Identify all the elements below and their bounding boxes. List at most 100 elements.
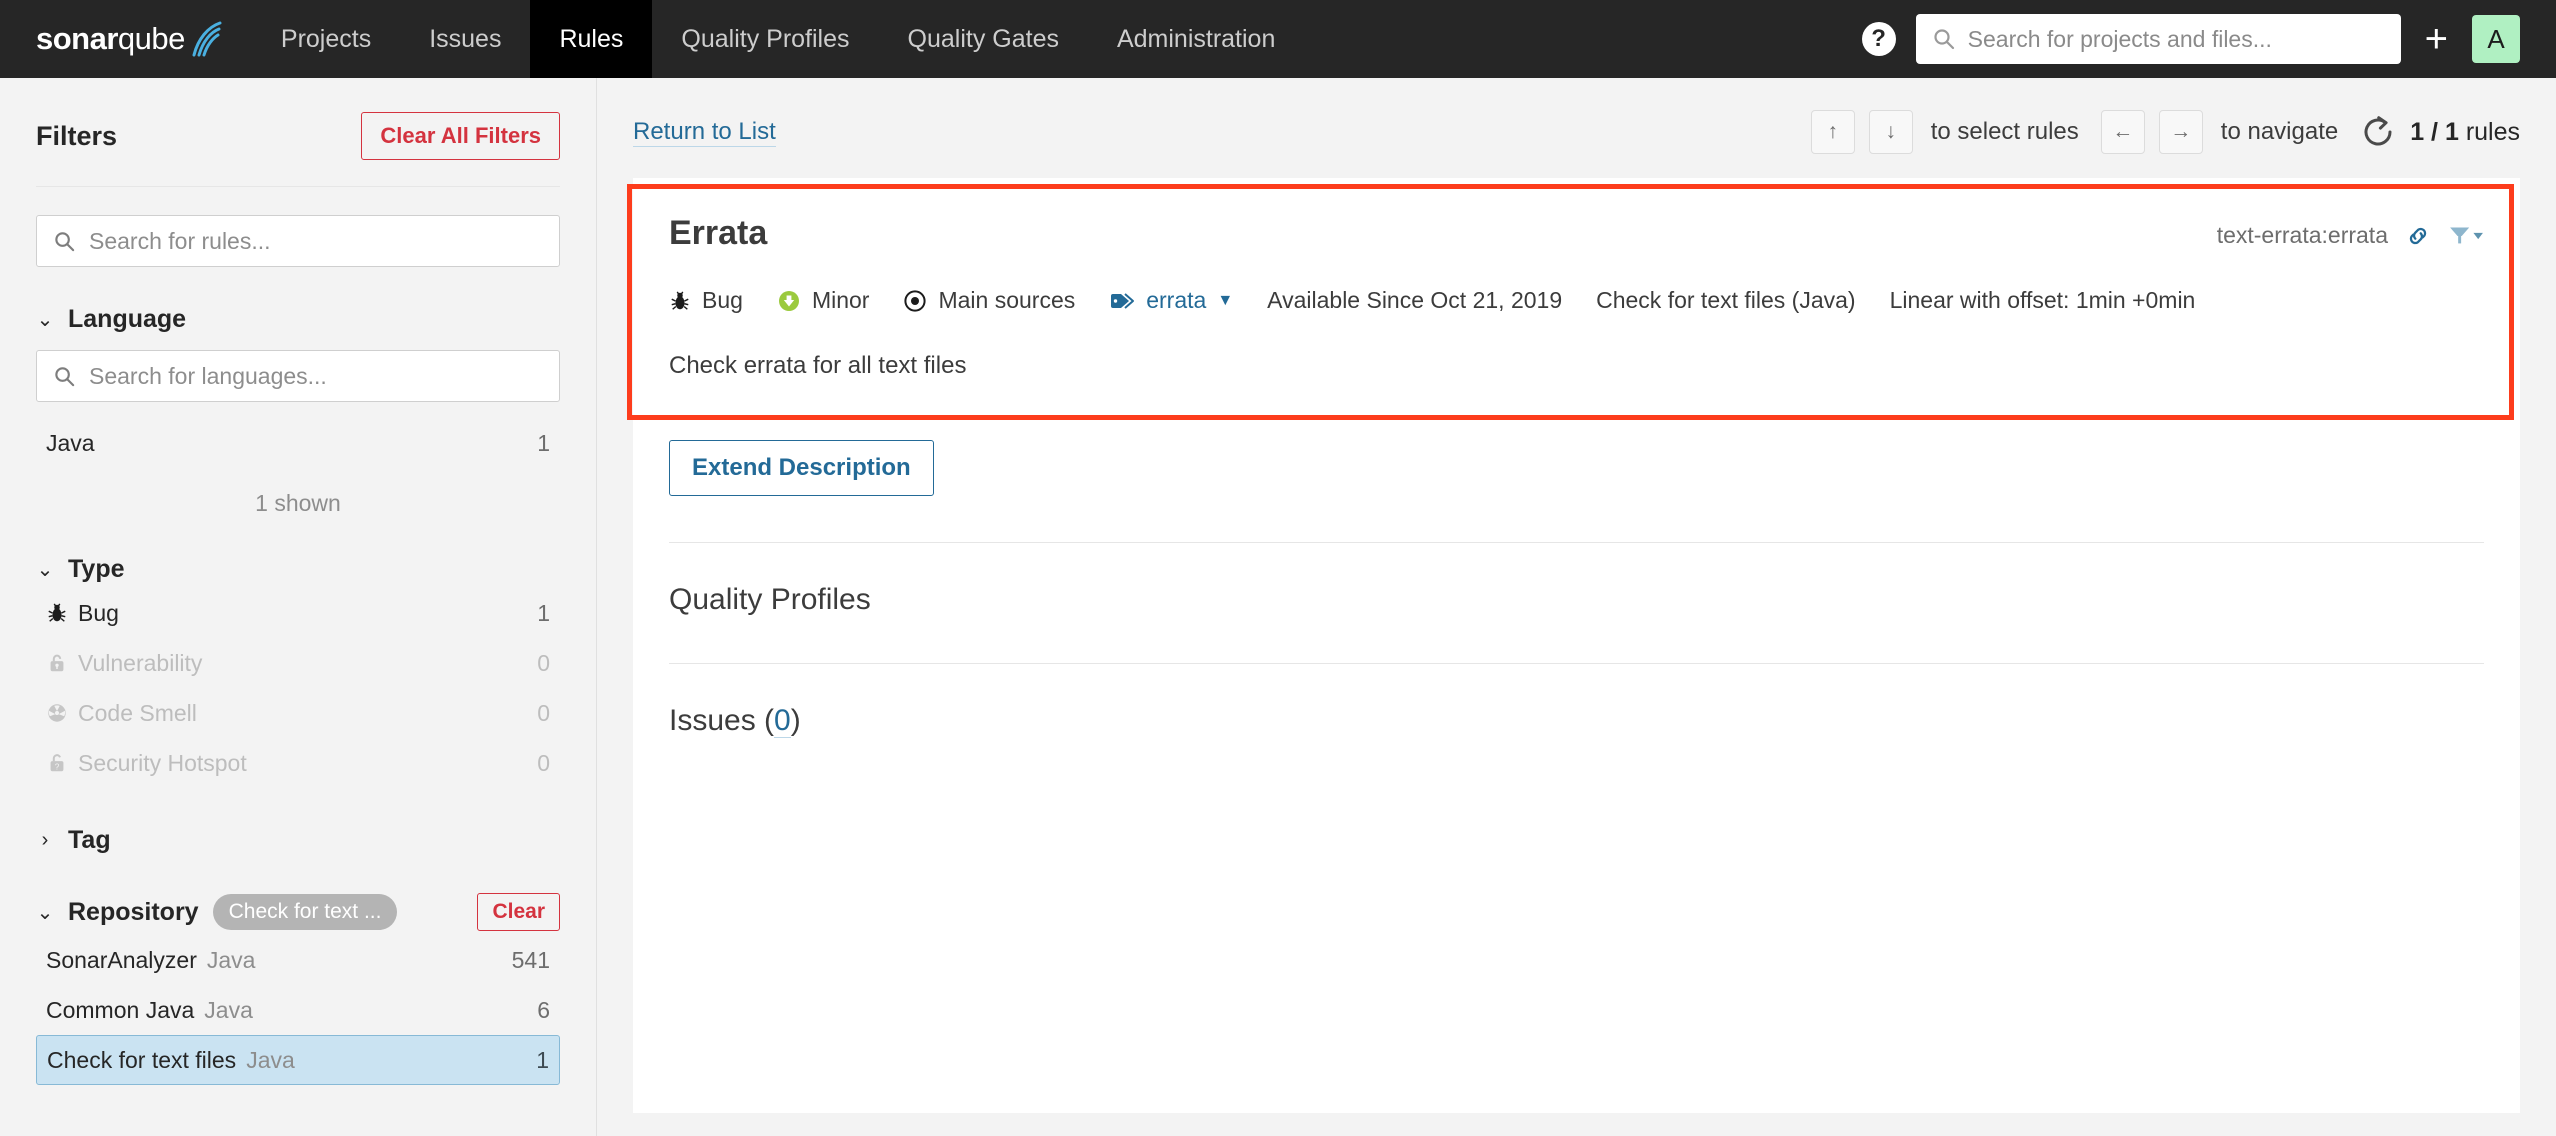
global-search-placeholder: Search for projects and files...: [1967, 25, 2272, 52]
swoosh-icon: [188, 21, 222, 57]
keyboard-hints: ↑ ↓ to select rules ← → to navigate 1 / …: [1810, 110, 2520, 154]
facet-count: 0: [537, 649, 550, 676]
sonarqube-logo[interactable]: sonarqube: [0, 0, 252, 78]
rule-key: text-errata:errata: [2216, 222, 2388, 248]
facet-header-language[interactable]: ⌄ Language: [36, 305, 560, 334]
help-glyph: ?: [1871, 25, 1886, 52]
search-icon: [53, 365, 76, 388]
issues-suffix: ): [790, 704, 801, 737]
meta-tag[interactable]: errata ▼: [1109, 287, 1233, 314]
rule-description: Check errata for all text files: [669, 352, 967, 379]
bug-icon: [669, 290, 691, 312]
facet-sublabel: Java: [204, 996, 253, 1023]
facet-title-language: Language: [68, 305, 187, 333]
repository-item-sonaranalyzer[interactable]: SonarAnalyzer Java 541: [36, 935, 560, 985]
search-icon: [53, 230, 76, 253]
meta-type-label: Bug: [702, 287, 743, 313]
nav-label: Issues: [429, 24, 502, 53]
facet-label: Vulnerability: [78, 649, 203, 676]
permalink-icon[interactable]: [2404, 223, 2432, 249]
key-up-button[interactable]: ↑: [1810, 110, 1855, 154]
meta-severity-label: Minor: [811, 287, 870, 313]
avatar[interactable]: A: [2472, 15, 2520, 63]
main-content: Return to List ↑ ↓ to select rules ← → t…: [597, 78, 2556, 1136]
repository-item-common-java[interactable]: Common Java Java 6: [36, 985, 560, 1035]
facet-item-security-hotspot[interactable]: ? Security Hotspot 0: [36, 738, 560, 788]
facet-item-java[interactable]: Java 1: [36, 418, 560, 468]
navigate-hint: to navigate: [2220, 118, 2339, 145]
code-smell-icon: [46, 702, 68, 724]
facet-label: Java: [46, 429, 95, 456]
main-toolbar: Return to List ↑ ↓ to select rules ← → t…: [633, 78, 2520, 178]
filters-title: Filters: [36, 120, 118, 151]
repository-item-check-for-text-files[interactable]: Check for text files Java 1: [36, 1035, 560, 1085]
issues-prefix: Issues (: [669, 704, 775, 737]
chevron-down-icon: ⌄: [36, 559, 54, 581]
repository-active-filter-pill[interactable]: Check for text ...: [212, 894, 398, 930]
key-right-button[interactable]: →: [2158, 110, 2203, 154]
svg-text:?: ?: [55, 762, 60, 771]
top-navigation-bar: sonarqube Projects Issues Rules Quality …: [0, 0, 2556, 84]
return-to-list-link[interactable]: Return to List: [633, 118, 776, 147]
facet-label: Security Hotspot: [78, 749, 247, 776]
tag-icon: [1109, 290, 1135, 312]
filters-header: Filters Clear All Filters: [36, 78, 560, 187]
page-body: Filters Clear All Filters Search for rul…: [0, 78, 2556, 1136]
nav-item-issues[interactable]: Issues: [400, 0, 530, 78]
rule-header: Errata text-errata:errata: [669, 214, 2484, 253]
avatar-initial: A: [2487, 23, 2505, 54]
nav-label: Administration: [1116, 24, 1276, 53]
meta-type: Bug: [669, 287, 743, 314]
facet-header-type[interactable]: ⌄ Type: [36, 555, 560, 584]
search-rules-input[interactable]: Search for rules...: [36, 215, 560, 267]
clear-repository-filter-button[interactable]: Clear: [477, 893, 560, 931]
facet-header-tag[interactable]: › Tag: [36, 826, 560, 855]
meta-available-since: Available Since Oct 21, 2019: [1267, 287, 1563, 313]
nav-item-projects[interactable]: Projects: [252, 0, 400, 78]
filters-sidebar: Filters Clear All Filters Search for rul…: [0, 78, 597, 1136]
facet-label-wrap: Common Java Java: [46, 997, 253, 1024]
nav-item-quality-gates[interactable]: Quality Gates: [879, 0, 1088, 78]
filter-funnel-icon[interactable]: [2448, 223, 2484, 249]
search-rules-placeholder: Search for rules...: [89, 227, 271, 254]
search-languages-input[interactable]: Search for languages...: [36, 350, 560, 402]
facet-label: Check for text files: [47, 1046, 237, 1073]
key-left-button[interactable]: ←: [2100, 110, 2145, 154]
facet-count: 541: [511, 946, 550, 973]
facet-item-bug[interactable]: Bug 1: [36, 588, 560, 638]
global-search-box[interactable]: Search for projects and files...: [1915, 14, 2401, 64]
facet-item-vulnerability[interactable]: Vulnerability 0: [36, 638, 560, 688]
quality-profiles-heading: Quality Profiles: [669, 583, 871, 616]
scope-target-icon: [903, 289, 927, 313]
meta-remediation: Linear with offset: 1min +0min: [1889, 287, 2196, 313]
vulnerability-icon: [46, 652, 68, 674]
rule-header-actions: text-errata:errata: [2217, 214, 2484, 249]
facet-sublabel: Java: [206, 946, 256, 973]
facet-label-wrap: SonarAnalyzer Java: [46, 947, 255, 974]
facet-header-repository[interactable]: ⌄ Repository Check for text ... Clear: [36, 893, 560, 931]
issues-count-link[interactable]: 0: [774, 704, 791, 738]
help-icon[interactable]: ?: [1861, 22, 1896, 56]
bug-icon: [46, 602, 68, 624]
clear-all-filters-button[interactable]: Clear All Filters: [361, 112, 560, 160]
extend-description-button[interactable]: Extend Description: [669, 440, 934, 496]
key-down-button[interactable]: ↓: [1868, 110, 1913, 154]
meta-scope: Main sources: [903, 287, 1075, 314]
reload-icon[interactable]: [2360, 114, 2396, 150]
facet-label-wrap: ? Security Hotspot: [46, 750, 247, 777]
add-new-icon[interactable]: +: [2421, 19, 2452, 59]
meta-severity: Minor: [777, 287, 870, 314]
facet-label: Bug: [78, 599, 119, 626]
nav-item-rules[interactable]: Rules: [530, 0, 653, 78]
nav-item-administration[interactable]: Administration: [1088, 0, 1304, 78]
chevron-down-icon: ⌄: [36, 901, 54, 924]
facet-sublabel: Java: [246, 1046, 295, 1073]
plus-glyph: +: [2424, 17, 2448, 61]
facet-count: 1: [537, 599, 550, 626]
facet-label-wrap: Check for text files Java: [47, 1047, 295, 1074]
rules-count-value: 1 / 1: [2410, 117, 2459, 146]
nav-item-quality-profiles[interactable]: Quality Profiles: [652, 0, 878, 78]
facet-item-code-smell[interactable]: Code Smell 0: [36, 688, 560, 738]
rule-detail-card: Errata text-errata:errata Bug Minor Main…: [627, 178, 2514, 420]
chevron-right-icon: ›: [41, 829, 49, 851]
